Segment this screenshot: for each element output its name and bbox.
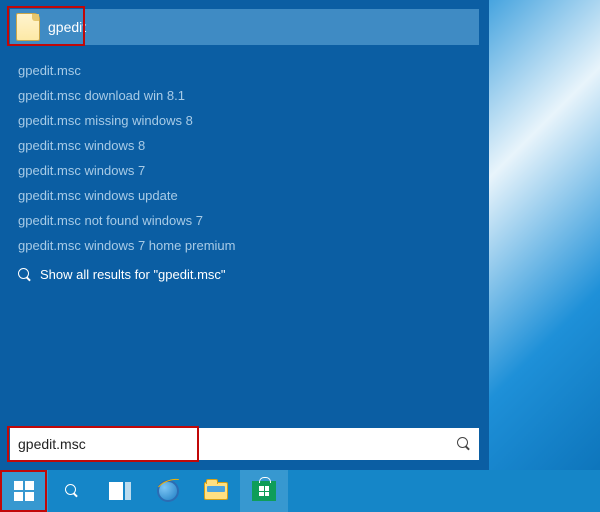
show-all-results[interactable]: Show all results for "gpedit.msc"	[18, 267, 471, 282]
suggestion-item[interactable]: gpedit.msc download win 8.1	[18, 88, 471, 103]
task-view-icon	[109, 482, 131, 500]
suggestion-item[interactable]: gpedit.msc not found windows 7	[18, 213, 471, 228]
start-button[interactable]	[0, 470, 48, 512]
search-bar	[0, 428, 489, 470]
top-result-label: gpedit	[48, 19, 86, 35]
show-all-label: Show all results for "gpedit.msc"	[40, 267, 226, 282]
suggestion-item[interactable]: gpedit.msc windows update	[18, 188, 471, 203]
suggestion-item[interactable]: gpedit.msc	[18, 63, 471, 78]
document-icon	[16, 13, 40, 41]
top-result[interactable]: gpedit	[10, 9, 479, 45]
task-view-button[interactable]	[96, 470, 144, 512]
search-icon	[18, 268, 32, 282]
taskbar-search-button[interactable]	[48, 470, 96, 512]
search-icon	[65, 484, 79, 498]
search-submit-icon[interactable]	[457, 437, 471, 451]
store-icon	[252, 481, 276, 501]
suggestion-item[interactable]: gpedit.msc windows 7 home premium	[18, 238, 471, 253]
internet-explorer-button[interactable]	[144, 470, 192, 512]
search-input[interactable]	[18, 436, 457, 452]
suggestion-item[interactable]: gpedit.msc missing windows 8	[18, 113, 471, 128]
suggestion-list: gpedit.msc gpedit.msc download win 8.1 g…	[0, 45, 489, 428]
start-search-panel: gpedit gpedit.msc gpedit.msc download wi…	[0, 0, 489, 470]
ie-icon	[157, 480, 179, 502]
suggestion-item[interactable]: gpedit.msc windows 8	[18, 138, 471, 153]
windows-logo-icon	[14, 481, 34, 501]
store-button[interactable]	[240, 470, 288, 512]
file-explorer-button[interactable]	[192, 470, 240, 512]
taskbar	[0, 470, 600, 512]
folder-icon	[204, 482, 228, 500]
suggestion-item[interactable]: gpedit.msc windows 7	[18, 163, 471, 178]
